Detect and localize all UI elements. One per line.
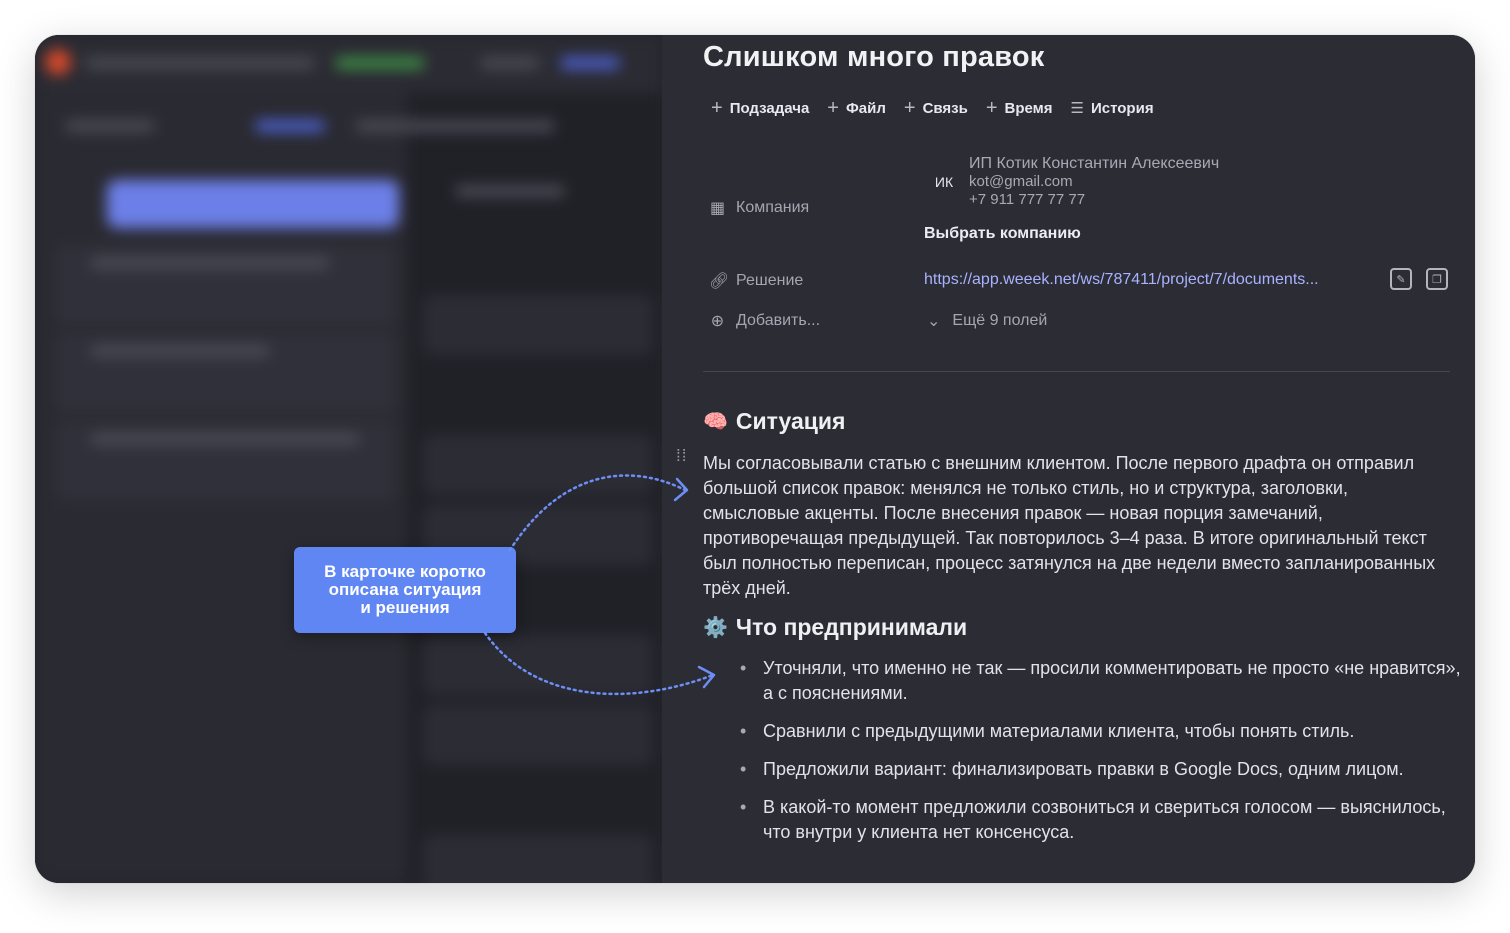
- actions-heading: ⚙️ Что предпринимали: [703, 614, 968, 640]
- annotation-callout: В карточке коротко описана ситуация и ре…: [294, 547, 516, 633]
- plus-icon: +: [711, 97, 723, 119]
- task-title[interactable]: Слишком много правок: [703, 41, 1045, 74]
- situation-heading: 🧠 Ситуация: [703, 408, 846, 434]
- actions-list: Уточняли, что именно не так — просили ко…: [703, 656, 1463, 858]
- plus-icon: +: [827, 97, 839, 119]
- divider: [703, 371, 1450, 372]
- company-name: ИП Котик Константин Алексеевич: [969, 155, 1220, 172]
- edit-icon[interactable]: ✎: [1390, 268, 1412, 290]
- list-icon: ☰: [1070, 100, 1084, 117]
- gear-icon: ⚙️: [703, 617, 728, 639]
- company-avatar: ИК: [934, 174, 954, 190]
- add-field-button[interactable]: ⊕ Добавить...: [709, 311, 820, 331]
- background-app-blurred: [35, 35, 662, 883]
- add-file-button[interactable]: + Файл: [827, 97, 886, 119]
- more-fields-toggle[interactable]: ⌄ Ещё 9 полей: [927, 311, 1047, 331]
- plus-circle-icon: ⊕: [710, 313, 725, 330]
- chevron-down-icon: ⌄: [927, 313, 941, 330]
- add-subtask-button[interactable]: + Подзадача: [711, 97, 809, 119]
- plus-icon: +: [903, 97, 916, 119]
- task-card-panel: Слишком много правок + Подзадача + Файл …: [662, 35, 1475, 883]
- company-phone: +7 911 777 77 77: [969, 191, 1086, 208]
- company-field-label: ▦ Компания: [709, 199, 810, 217]
- history-button[interactable]: ☰ История: [1070, 99, 1154, 118]
- task-toolbar: + Подзадача + Файл + Связь + Время ☰ Ист…: [711, 97, 1154, 119]
- callout-text: В карточке коротко описана ситуация и ре…: [324, 562, 486, 617]
- company-email: kot@gmail.com: [969, 173, 1073, 190]
- solution-field-label: 🔗︎ Решение: [709, 272, 804, 290]
- situation-text[interactable]: Мы согласовывали статью с внешним клиент…: [703, 451, 1443, 601]
- list-item[interactable]: Предложили вариант: финализировать правк…: [703, 757, 1463, 782]
- drag-handle-icon[interactable]: ⁞⁞: [676, 447, 687, 464]
- list-item[interactable]: В какой-то момент предложили созвониться…: [703, 795, 1463, 845]
- copy-icon[interactable]: ❐: [1426, 268, 1448, 290]
- list-item[interactable]: Уточняли, что именно не так — просили ко…: [703, 656, 1463, 706]
- link-icon: 🔗︎: [709, 273, 730, 290]
- brain-icon: 🧠: [703, 411, 728, 433]
- add-link-button[interactable]: + Связь: [903, 97, 968, 119]
- choose-company-button[interactable]: Выбрать компанию: [924, 225, 1081, 243]
- list-item[interactable]: Сравнили с предыдущими материалами клиен…: [703, 719, 1463, 744]
- building-icon: ▦: [709, 200, 726, 217]
- solution-link[interactable]: https://app.weeek.net/ws/787411/project/…: [924, 271, 1319, 289]
- app-window: В карточке коротко описана ситуация и ре…: [35, 35, 1475, 883]
- link-actions: ✎ ❐: [1390, 268, 1448, 290]
- plus-icon: +: [985, 97, 998, 119]
- add-time-button[interactable]: + Время: [985, 97, 1053, 119]
- company-card[interactable]: ИК ИП Котик Константин Алексеевич kot@gm…: [929, 155, 1219, 209]
